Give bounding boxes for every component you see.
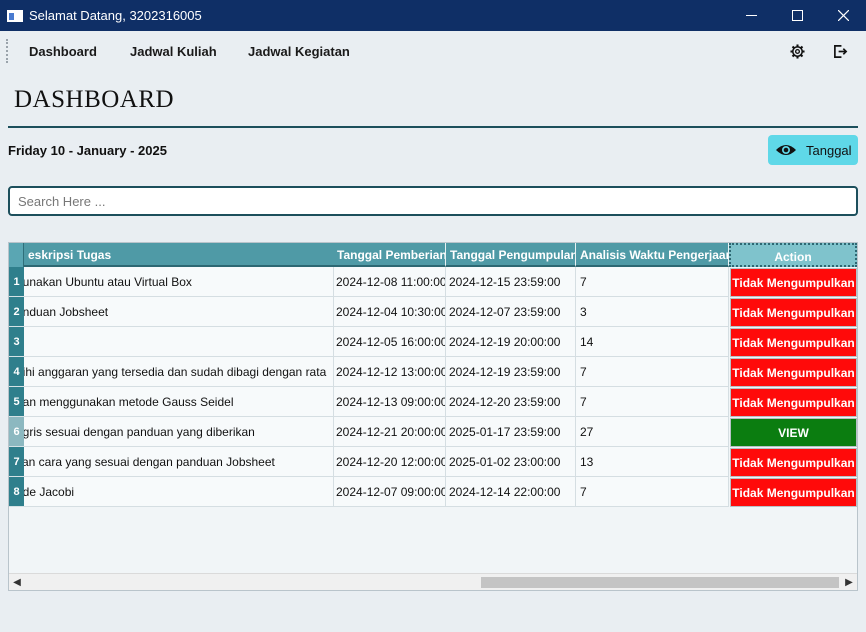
cell-deskripsi: anduan Jobsheet <box>24 297 334 327</box>
table-row[interactable]: anduan Jobsheet 2024-12-04 10:30:00 2024-1… <box>24 297 729 327</box>
cell-tanggal-pengumpulan: 2025-01-02 23:00:00 <box>446 447 576 477</box>
cell-tanggal-pengumpulan: 2024-12-14 22:00:00 <box>446 477 576 507</box>
tidak-mengumpulkan-button[interactable]: Tidak Mengumpulkan <box>730 448 857 477</box>
logout-icon <box>833 44 847 58</box>
cell-analisis: 3 <box>576 297 729 327</box>
eye-icon <box>775 142 797 158</box>
column-header-tanggal-pemberian[interactable]: Tanggal Pemberian <box>333 243 446 267</box>
horizontal-scrollbar[interactable]: ◀ ▶ <box>9 573 857 590</box>
cell-tanggal-pengumpulan: 2025-01-17 23:59:00 <box>446 417 576 447</box>
table-row[interactable]: ode Jacobi2024-12-07 09:00:002024-12-14 … <box>24 477 729 507</box>
window-title: Selamat Datang, 3202316005 <box>29 8 202 23</box>
cell-tanggal-pemberian: 2024-12-05 16:00:00 <box>333 327 446 357</box>
app-icon <box>7 9 23 22</box>
scroll-left-icon[interactable]: ◀ <box>10 575 24 589</box>
tidak-mengumpulkan-button[interactable]: Tidak Mengumpulkan <box>730 388 857 417</box>
cell-tanggal-pemberian: 2024-12-08 11:00:00 <box>333 267 446 297</box>
cell-tanggal-pengumpulan: 2024-12-15 23:59:00 <box>446 267 576 297</box>
menu-bar: Dashboard Jadwal Kuliah Jadwal Kegiatan <box>0 31 866 71</box>
page-title: DASHBOARD <box>14 86 175 113</box>
title-divider <box>8 126 858 128</box>
cell-deskripsi: yan cara yang sesuai dengan panduan Jobs… <box>24 447 334 477</box>
row-number[interactable]: 6 <box>9 417 24 447</box>
menu-jadwal-kuliah[interactable]: Jadwal Kuliah <box>130 44 217 59</box>
cell-analisis: 7 <box>576 477 729 507</box>
cell-tanggal-pemberian: 2024-12-13 09:00:00 <box>333 387 446 417</box>
maximize-button[interactable] <box>774 0 820 31</box>
row-number[interactable]: 8 <box>9 477 24 507</box>
tidak-mengumpulkan-button[interactable]: Tidak Mengumpulkan <box>730 328 857 357</box>
tanggal-button-label: Tanggal <box>806 142 852 158</box>
table-row[interactable]: ggris sesuai dengan panduan yang diberik… <box>24 417 729 447</box>
logout-button[interactable] <box>830 41 850 61</box>
scrollbar-thumb[interactable] <box>481 577 839 588</box>
cell-analisis: 14 <box>576 327 729 357</box>
cell-analisis: 27 <box>576 417 729 447</box>
cell-tanggal-pemberian: 2024-12-20 12:00:00 <box>333 447 446 477</box>
cell-deskripsi: ggris sesuai dengan panduan yang diberik… <box>24 417 334 447</box>
cell-tanggal-pengumpulan: 2024-12-20 23:59:00 <box>446 387 576 417</box>
cell-deskripsi: ode Jacobi <box>24 477 334 507</box>
table-row[interactable]: 2024-12-05 16:00:00 2024-12-19 20:00:00 14 <box>24 327 729 357</box>
cell-tanggal-pengumpulan: 2024-12-19 20:00:00 <box>446 327 576 357</box>
minimize-button[interactable] <box>728 0 774 31</box>
minimize-icon <box>745 15 757 16</box>
tidak-mengumpulkan-button[interactable]: Tidak Mengumpulkan <box>730 298 857 327</box>
row-number[interactable]: 1 <box>9 267 24 297</box>
cell-deskripsi: gan menggunakan metode Gauss Seidel <box>24 387 334 417</box>
menu-dashboard[interactable]: Dashboard <box>29 44 97 59</box>
toolbar-grip <box>6 39 8 63</box>
maximize-icon <box>791 10 803 21</box>
tanggal-button[interactable]: Tanggal <box>768 135 858 165</box>
cell-tanggal-pengumpulan: 2024-12-07 23:59:00 <box>446 297 576 327</box>
search-input[interactable] <box>8 186 858 216</box>
cell-tanggal-pengumpulan: 2024-12-19 23:59:00 <box>446 357 576 387</box>
row-number[interactable]: 3 <box>9 327 24 357</box>
tidak-mengumpulkan-button[interactable]: Tidak Mengumpulkan <box>730 268 857 297</box>
task-table: eskripsi Tugas Tanggal Pemberian Tanggal… <box>8 242 858 591</box>
table-row[interactable]: gan menggunakan metode Gauss Seidel 2024-… <box>24 387 729 417</box>
row-number[interactable]: 5 <box>9 387 24 417</box>
cell-deskripsi <box>24 327 334 357</box>
row-number[interactable]: 2 <box>9 297 24 327</box>
tidak-mengumpulkan-button[interactable]: Tidak Mengumpulkan <box>730 478 857 507</box>
menu-jadwal-kegiatan[interactable]: Jadwal Kegiatan <box>248 44 350 59</box>
cell-tanggal-pemberian: 2024-12-07 09:00:00 <box>333 477 446 507</box>
cell-deskripsi: gunakan Ubuntu atau Virtual Box <box>24 267 334 297</box>
table-row[interactable]: yan cara yang sesuai dengan panduan Jobs… <box>24 447 729 477</box>
column-header-deskripsi[interactable]: eskripsi Tugas <box>24 243 334 267</box>
cell-tanggal-pemberian: 2024-12-12 13:00:00 <box>333 357 446 387</box>
row-number[interactable]: 4 <box>9 357 24 387</box>
column-header-tanggal-pengumpulan[interactable]: Tanggal Pengumpulan <box>446 243 576 267</box>
column-header-analisis[interactable]: Analisis Waktu Pengerjaan <box>576 243 729 267</box>
tidak-mengumpulkan-button[interactable]: Tidak Mengumpulkan <box>730 358 857 387</box>
cell-analisis: 7 <box>576 267 729 297</box>
cell-analisis: 13 <box>576 447 729 477</box>
table-corner <box>9 243 24 267</box>
close-button[interactable] <box>820 0 866 31</box>
current-date: Friday 10 - January - 2025 <box>8 143 167 158</box>
scroll-right-icon[interactable]: ▶ <box>842 575 856 589</box>
row-number[interactable]: 7 <box>9 447 24 477</box>
cell-tanggal-pemberian: 2024-12-04 10:30:00 <box>333 297 446 327</box>
cell-analisis: 7 <box>576 357 729 387</box>
gear-icon <box>789 43 805 59</box>
cell-analisis: 7 <box>576 387 729 417</box>
window-titlebar: Selamat Datang, 3202316005 <box>0 0 866 31</box>
view-button[interactable]: VIEW <box>730 418 857 447</box>
cell-tanggal-pemberian: 2024-12-21 20:00:00 <box>333 417 446 447</box>
column-header-action[interactable]: Action <box>729 243 857 267</box>
close-icon <box>837 10 849 21</box>
settings-button[interactable] <box>787 41 807 61</box>
table-row[interactable]: gunakan Ubuntu atau Virtual Box 2024-12-0… <box>24 267 729 297</box>
table-row[interactable]: bihi anggaran yang tersedia dan sudah di… <box>24 357 729 387</box>
cell-deskripsi: bihi anggaran yang tersedia dan sudah di… <box>24 357 334 387</box>
